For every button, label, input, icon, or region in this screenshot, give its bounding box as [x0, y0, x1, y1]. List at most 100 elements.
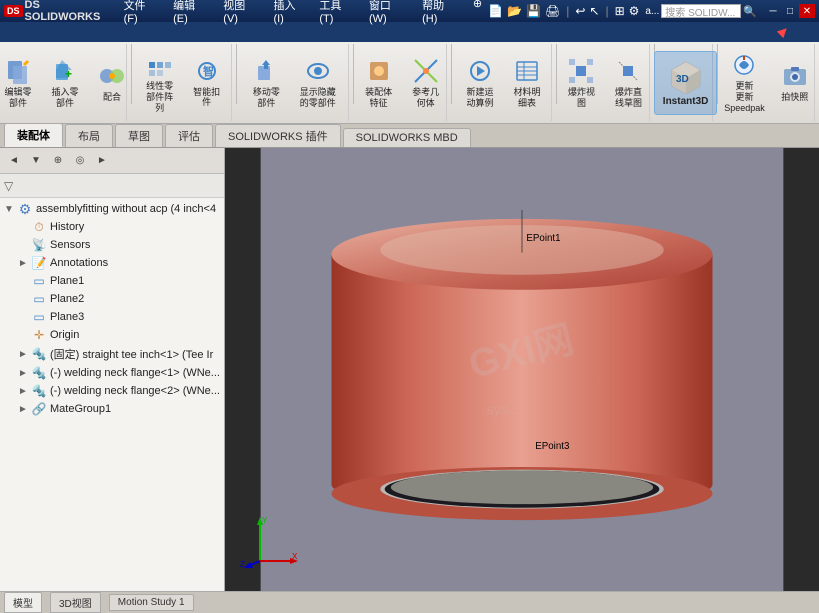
status-tab-3dview[interactable]: 3D视图: [50, 592, 101, 613]
plane3-icon: ▭: [31, 310, 47, 324]
cursor-icon[interactable]: ↖: [589, 4, 599, 18]
save-icon[interactable]: 💾: [526, 4, 541, 18]
svg-text:X: X: [292, 552, 298, 561]
tree-mate-arrow: ►: [18, 404, 28, 415]
ref-geom-button[interactable]: 参考几何体: [404, 54, 448, 112]
options-icon[interactable]: ⚙: [629, 4, 640, 18]
bom-button[interactable]: 材料明细表: [505, 54, 549, 112]
mategroup-icon: 🔗: [31, 402, 47, 416]
svg-text:智: 智: [203, 64, 214, 78]
new-motion-icon: [466, 57, 494, 85]
undo-icon[interactable]: ↩: [575, 4, 585, 18]
mate-button[interactable]: 配合: [90, 59, 134, 106]
menu-extra[interactable]: ⊕: [467, 0, 488, 27]
coordinate-axis: Y X Z: [240, 511, 300, 571]
tab-assembly[interactable]: 装配体: [4, 123, 63, 147]
instant3d-button[interactable]: 3D Instant3D: [654, 51, 718, 115]
panel-btn-back[interactable]: ◄: [4, 151, 24, 171]
print-icon[interactable]: 🖨: [545, 4, 560, 18]
history-icon: ⏱: [31, 220, 47, 234]
menu-help[interactable]: 帮助(H): [416, 0, 465, 27]
tree-origin[interactable]: ✛ Origin: [0, 326, 224, 344]
panel-btn-settings[interactable]: ◎: [70, 151, 90, 171]
tree-mategroup[interactable]: ► 🔗 MateGroup1: [0, 400, 224, 418]
tab-sw-plugins[interactable]: SOLIDWORKS 插件: [215, 124, 341, 147]
tree-straight-tee[interactable]: ► 🔩 (固定) straight tee inch<1> (Tee Ir: [0, 344, 224, 364]
move-component-button[interactable]: 移动零部件: [244, 54, 288, 112]
ribbon-row-3: 移动零部件 显示隐藏的零部件: [244, 54, 344, 112]
tree-annotations[interactable]: ► 📝 Annotations: [0, 254, 224, 272]
tree-plane1-label: Plane1: [50, 275, 84, 287]
ribbon-row-5: 新建运动算例 材料明细表: [458, 54, 549, 112]
tree-plane1[interactable]: ▭ Plane1: [0, 272, 224, 290]
app-logo: DS DS SOLIDWORKS: [4, 0, 118, 23]
part-flange2-icon: 🔩: [31, 384, 47, 398]
tree-flange2-label: (-) welding neck flange<2> (WNe...: [50, 385, 220, 397]
3d-viewport[interactable]: 🔍 ↻ ✋ ⊡ ◈ ☀ ◎ ⊘ 📷 ▼: [225, 148, 819, 591]
assembly-feature-button[interactable]: 装配体特征: [357, 54, 401, 112]
search-input[interactable]: 搜索 SOLIDW...: [661, 4, 741, 18]
status-tab-model[interactable]: 模型: [4, 592, 42, 613]
move-component-icon: [252, 57, 280, 85]
menu-tools[interactable]: 工具(T): [313, 0, 361, 27]
tree-mategroup-label: MateGroup1: [50, 403, 111, 415]
tree-flange1[interactable]: ► 🔩 (-) welding neck flange<1> (WNe...: [0, 364, 224, 382]
tree-flange2[interactable]: ► 🔩 (-) welding neck flange<2> (WNe...: [0, 382, 224, 400]
tab-layout[interactable]: 布局: [65, 124, 113, 147]
show-hide-button[interactable]: 显示隐藏的零部件: [291, 54, 344, 112]
tree-flange2-arrow: ►: [18, 386, 28, 397]
ribbon-group-features: 装配体特征 参考几何体: [358, 44, 448, 121]
mate-icon: [98, 62, 126, 90]
tree-plane2[interactable]: ▭ Plane2: [0, 290, 224, 308]
menu-view[interactable]: 视图(V): [217, 0, 265, 27]
menu-window[interactable]: 窗口(W): [363, 0, 414, 27]
menu-edit[interactable]: 编辑(E): [167, 0, 215, 27]
ref-geom-icon: [412, 57, 440, 85]
panel-toolbar: ◄ ▼ ⊕ ◎ ►: [0, 148, 224, 174]
speedpak-icon: [730, 51, 758, 79]
svg-text:Y: Y: [262, 516, 268, 525]
insert-component-button[interactable]: + 插入零部件: [43, 54, 87, 112]
tree-annotations-arrow: ►: [18, 258, 28, 269]
left-panel: ◄ ▼ ⊕ ◎ ► ▽ ▼ ⚙ assemblyfitting without …: [0, 148, 225, 591]
status-tab-motion[interactable]: Motion Study 1: [109, 594, 194, 611]
svg-text:Z: Z: [240, 560, 245, 569]
svg-text:3D: 3D: [676, 74, 689, 85]
explode-view-button[interactable]: 爆炸视图: [559, 54, 603, 112]
new-motion-button[interactable]: 新建运动算例: [458, 54, 502, 112]
linear-array-button[interactable]: 线性零部件阵列: [138, 48, 182, 116]
speedpak-button[interactable]: 更新更新 Speedpak: [719, 48, 770, 116]
snapshot-button[interactable]: 拍快照: [773, 59, 817, 106]
explode-line-button[interactable]: 爆炸直线草图: [606, 54, 650, 112]
tab-sw-mbd[interactable]: SOLIDWORKS MBD: [343, 128, 471, 147]
panel-btn-expand[interactable]: ▼: [26, 151, 46, 171]
open-icon[interactable]: 📂: [507, 4, 522, 18]
menu-insert[interactable]: 插入(I): [267, 0, 311, 27]
tab-sketch[interactable]: 草图: [115, 124, 163, 147]
new-icon[interactable]: 📄: [488, 4, 503, 18]
ribbon-group-speedpak: 更新更新 Speedpak 拍快照: [722, 44, 815, 121]
tree-plane3[interactable]: ▭ Plane3: [0, 308, 224, 326]
view-icon[interactable]: ⊞: [615, 4, 625, 18]
minimize-button[interactable]: ─: [765, 4, 781, 18]
search-btn[interactable]: 🔍: [743, 5, 757, 18]
panel-btn-forward[interactable]: ►: [92, 151, 112, 171]
tree-sensors[interactable]: 📡 Sensors: [0, 236, 224, 254]
tab-evaluate[interactable]: 评估: [165, 124, 213, 147]
tree-plane3-label: Plane3: [50, 311, 84, 323]
explode-line-icon: [614, 57, 642, 85]
ribbon-group-basic: 编辑零部件 + 插入零部件: [4, 44, 127, 121]
tree-origin-label: Origin: [50, 329, 79, 341]
tree-root-arrow: ▼: [4, 204, 14, 215]
panel-btn-add[interactable]: ⊕: [48, 151, 68, 171]
maximize-button[interactable]: □: [782, 4, 798, 18]
plane2-icon: ▭: [31, 292, 47, 306]
close-button[interactable]: ✕: [799, 4, 815, 18]
tree-root[interactable]: ▼ ⚙ assemblyfitting without acp (4 inch<…: [0, 200, 224, 218]
smart-fastener-button[interactable]: 智 智能扣件: [185, 54, 229, 112]
ribbon-row-1: 编辑零部件 + 插入零部件: [0, 54, 134, 112]
tree-history[interactable]: ⏱ History: [0, 218, 224, 236]
menu-file[interactable]: 文件(F): [118, 0, 166, 27]
ribbon-sep-5: [556, 44, 557, 104]
edit-component-button[interactable]: 编辑零部件: [0, 54, 40, 112]
